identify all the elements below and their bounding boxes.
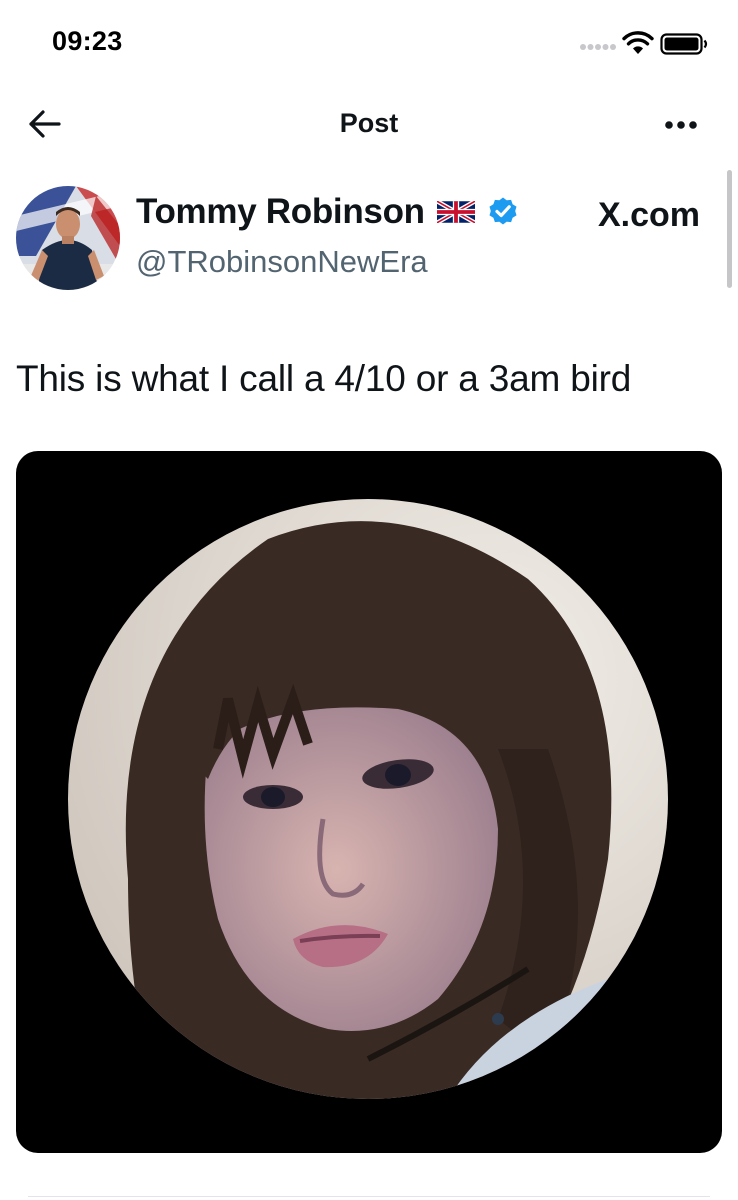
- post-text: This is what I call a 4/10 or a 3am bird: [16, 358, 632, 399]
- more-options-icon[interactable]: [664, 120, 698, 130]
- author-handle[interactable]: @TRobinsonNewEra: [136, 244, 428, 280]
- scrollbar[interactable]: [727, 170, 732, 288]
- battery-icon: [660, 33, 708, 55]
- uk-flag-icon: [436, 201, 475, 223]
- page-title: Post: [339, 108, 399, 138]
- divider: [28, 1196, 710, 1197]
- author-name-row[interactable]: Tommy Robinson: [136, 192, 519, 232]
- status-time: 09:23: [52, 26, 123, 56]
- author-display-name[interactable]: Tommy Robinson: [136, 192, 425, 232]
- portrait-image: [68, 499, 668, 1099]
- signal-icon: [580, 44, 616, 50]
- avatar-image: [16, 186, 120, 290]
- media-photo: [68, 499, 668, 1099]
- avatar[interactable]: [16, 186, 120, 290]
- source-watermark: X.com: [598, 196, 701, 234]
- wifi-icon: [622, 31, 654, 54]
- post-media[interactable]: [16, 451, 722, 1153]
- verified-badge-icon[interactable]: [487, 196, 519, 228]
